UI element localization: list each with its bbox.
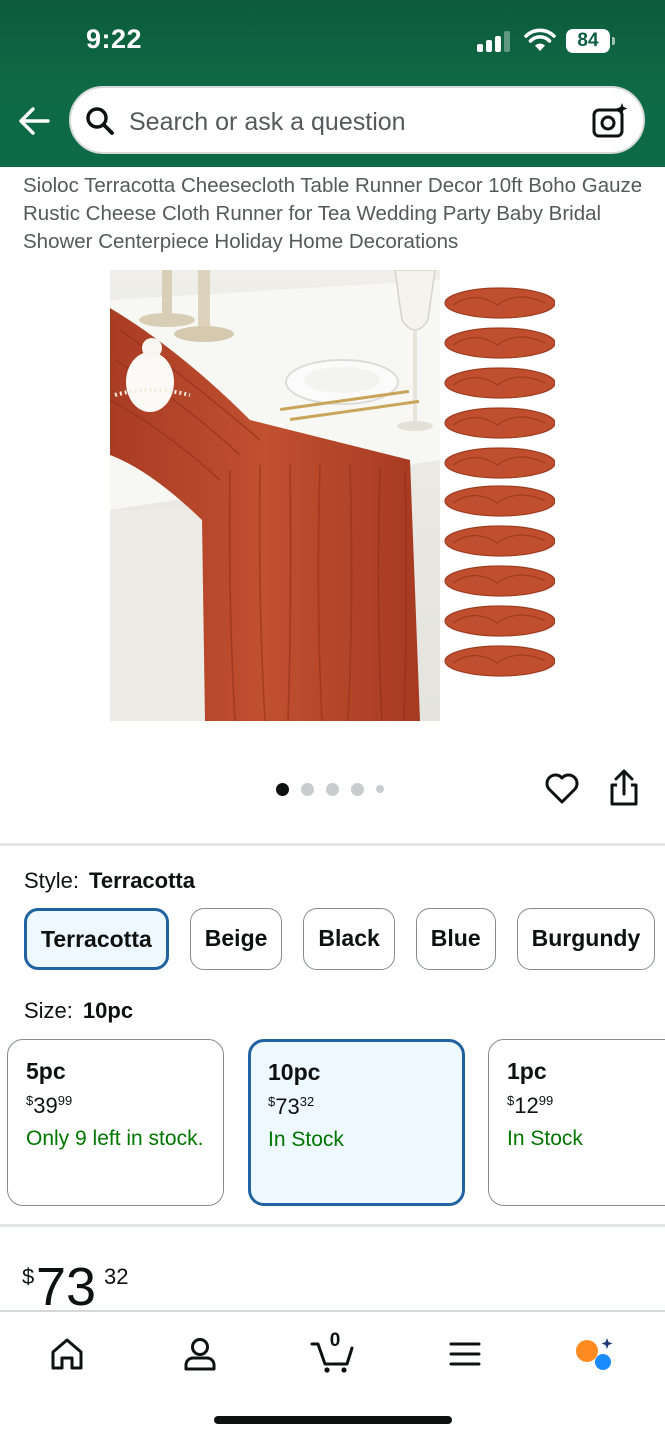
size-selected-value: 10pc <box>82 998 134 1023</box>
size-option-stock: Only 9 left in stock. <box>26 1127 204 1150</box>
image-carousel-dots[interactable] <box>276 782 384 796</box>
cart-count: 0 <box>329 1330 341 1351</box>
size-option-stock: In Stock <box>268 1128 344 1151</box>
style-option-black[interactable]: Black <box>303 908 395 970</box>
style-option-terracotta[interactable]: Terracotta <box>24 908 169 970</box>
price-currency: $ <box>22 1264 35 1289</box>
size-option-name: 1pc <box>507 1058 547 1084</box>
size-option-price: $7332 <box>268 1094 315 1119</box>
size-option-name: 5pc <box>26 1058 66 1084</box>
home-icon[interactable] <box>47 1334 87 1374</box>
status-time: 9:22 <box>86 24 143 54</box>
price-fraction: 32 <box>104 1264 129 1289</box>
carousel-dot[interactable] <box>276 782 289 796</box>
style-label: Style: <box>24 868 80 893</box>
cellular-signal-icon <box>477 30 513 52</box>
size-option-stock: In Stock <box>507 1127 583 1150</box>
carousel-dot[interactable] <box>351 782 364 796</box>
size-label: Size: <box>24 998 73 1023</box>
size-options: 5pc $3999 Only 9 left in stock. 10pc $73… <box>7 1039 665 1207</box>
size-label-row: Size: 10pc <box>24 998 133 1024</box>
camera-icon[interactable] <box>591 102 629 140</box>
search-placeholder: Search or ask a question <box>129 108 406 136</box>
carousel-dot[interactable] <box>301 782 314 796</box>
battery-indicator: 84 <box>566 29 615 53</box>
account-icon[interactable] <box>180 1334 220 1374</box>
style-option-burgundy[interactable]: Burgundy <box>516 908 656 970</box>
style-label-row: Style: Terracotta <box>24 868 195 894</box>
style-selected-value: Terracotta <box>89 868 195 893</box>
section-divider <box>0 1224 665 1227</box>
size-option-price: $1299 <box>507 1093 554 1118</box>
style-option-beige[interactable]: Beige <box>189 908 283 970</box>
size-option-5pc[interactable]: 5pc $3999 Only 9 left in stock. <box>7 1039 224 1206</box>
home-indicator <box>214 1416 452 1424</box>
back-arrow-icon[interactable] <box>17 104 53 138</box>
size-option-10pc[interactable]: 10pc $7332 In Stock <box>248 1039 465 1206</box>
price-whole: 73 <box>36 1257 97 1317</box>
search-input[interactable]: Search or ask a question <box>69 86 645 154</box>
wifi-icon <box>524 28 556 51</box>
product-image[interactable] <box>110 270 555 721</box>
carousel-dot[interactable] <box>326 782 339 796</box>
header: 9:22 84 Search or ask a question <box>0 0 665 167</box>
carousel-dot[interactable] <box>376 785 384 793</box>
section-divider <box>0 843 665 846</box>
rufus-icon[interactable] <box>574 1334 614 1374</box>
menu-icon[interactable] <box>445 1334 485 1374</box>
style-option-blue[interactable]: Blue <box>415 908 496 970</box>
size-option-price: $3999 <box>26 1093 73 1118</box>
search-icon <box>86 107 114 135</box>
style-options: Terracotta Beige Black Blue Burgundy <box>24 908 665 970</box>
size-option-name: 10pc <box>268 1059 321 1085</box>
size-option-1pc[interactable]: 1pc $1299 In Stock <box>488 1039 665 1206</box>
cart-button[interactable]: 0 <box>310 1330 356 1374</box>
product-title: Sioloc Terracotta Cheesecloth Table Runn… <box>23 174 643 253</box>
heart-icon[interactable] <box>544 770 580 806</box>
share-icon[interactable] <box>606 768 642 808</box>
